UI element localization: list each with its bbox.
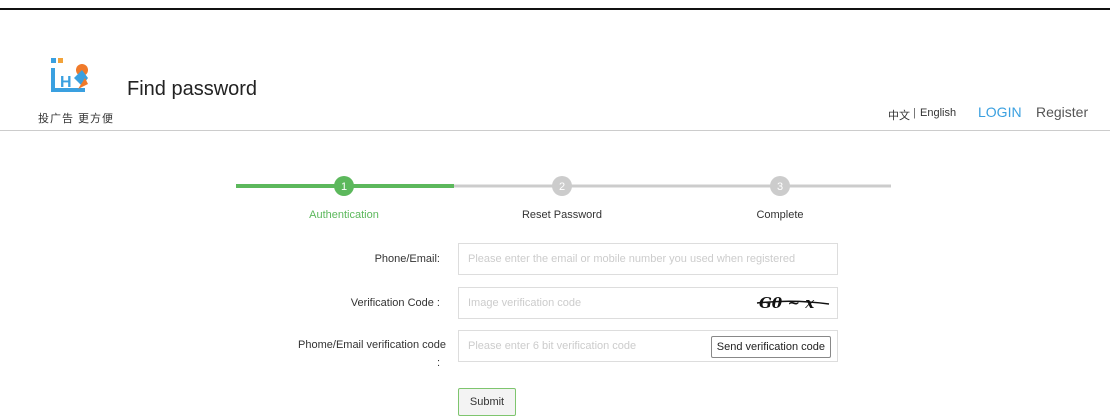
step-3-number: 3 [777,181,783,193]
step-2-number: 2 [559,181,565,193]
step-3-marker: 3 [770,176,790,196]
captcha-image[interactable]: G0 ~ x [753,291,833,315]
captcha-text: G0 ~ x [759,294,815,312]
step-2-marker: 2 [552,176,572,196]
phone-email-label: Phone/Email: [374,253,440,265]
step-3-label: Complete [756,209,804,221]
email-code-label-colon: : [436,357,440,369]
phone-email-field [458,243,838,275]
step-1-number: 1 [341,181,347,193]
verification-code-label: Verification Code : [350,297,440,309]
step-1-marker: 1 [334,176,354,196]
submit-button[interactable]: Submit [458,388,516,416]
verification-code-field: G0 ~ x [458,287,838,319]
email-code-input[interactable] [459,331,717,361]
verification-code-input[interactable] [459,288,717,318]
phone-email-input[interactable] [459,244,837,274]
step-1-label: Authentication [309,209,379,221]
email-code-label: Phome/Email verification code [298,339,446,351]
email-code-field: Send verification code [458,330,838,362]
progress-steps: 1 2 3 [236,176,891,196]
send-verification-code-button[interactable]: Send verification code [710,336,831,358]
step-2-label: Reset Password [521,209,603,221]
